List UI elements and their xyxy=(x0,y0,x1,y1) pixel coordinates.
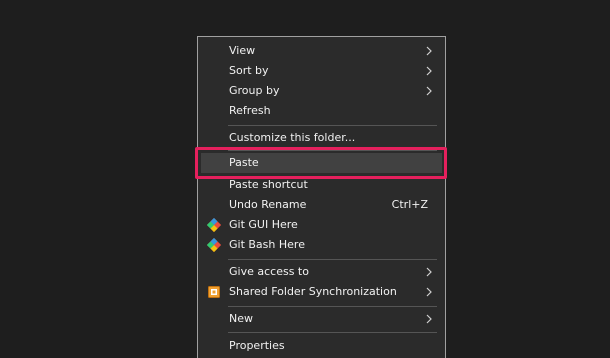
menu-separator xyxy=(228,306,437,307)
menu-item-label: Git GUI Here xyxy=(229,218,298,231)
menu-item-group-by[interactable]: Group by xyxy=(201,81,442,101)
menu-item-label: Shared Folder Synchronization xyxy=(229,285,397,298)
desktop-background[interactable]: View Sort by Group by Refresh Customize … xyxy=(0,0,610,358)
menu-item-label: Properties xyxy=(229,339,285,352)
menu-item-properties[interactable]: Properties xyxy=(201,336,442,356)
menu-item-paste[interactable]: Paste xyxy=(201,153,442,173)
menu-item-refresh[interactable]: Refresh xyxy=(201,101,442,121)
menu-item-sort-by[interactable]: Sort by xyxy=(201,61,442,81)
chevron-right-icon xyxy=(426,66,432,76)
menu-separator xyxy=(228,150,437,151)
git-bash-icon xyxy=(207,238,221,252)
menu-separator xyxy=(228,332,437,333)
menu-item-label: Customize this folder... xyxy=(229,131,356,144)
chevron-right-icon xyxy=(426,314,432,324)
menu-item-label: New xyxy=(229,312,253,325)
chevron-right-icon xyxy=(426,46,432,56)
menu-item-label: Paste shortcut xyxy=(229,178,308,191)
menu-item-new[interactable]: New xyxy=(201,309,442,329)
menu-item-git-bash[interactable]: Git Bash Here xyxy=(201,235,442,255)
menu-item-paste-shortcut[interactable]: Paste shortcut xyxy=(201,175,442,195)
menu-item-customize-folder[interactable]: Customize this folder... xyxy=(201,128,442,148)
menu-item-shared-folder-sync[interactable]: Shared Folder Synchronization xyxy=(201,282,442,302)
menu-separator xyxy=(228,125,437,126)
menu-item-undo-rename[interactable]: Undo Rename Ctrl+Z xyxy=(201,195,442,215)
menu-item-label: Paste xyxy=(229,156,259,169)
menu-item-git-gui[interactable]: Git GUI Here xyxy=(201,215,442,235)
menu-item-give-access[interactable]: Give access to xyxy=(201,262,442,282)
menu-item-view[interactable]: View xyxy=(201,41,442,61)
menu-item-label: Undo Rename xyxy=(229,198,307,211)
menu-item-label: Sort by xyxy=(229,64,269,77)
context-menu: View Sort by Group by Refresh Customize … xyxy=(197,36,446,358)
menu-item-label: Give access to xyxy=(229,265,309,278)
menu-item-label: View xyxy=(229,44,256,57)
menu-item-shortcut: Ctrl+Z xyxy=(391,198,428,211)
menu-item-label: Refresh xyxy=(229,104,271,117)
shared-folder-sync-icon xyxy=(208,286,220,298)
menu-separator xyxy=(228,259,437,260)
chevron-right-icon xyxy=(426,267,432,277)
menu-item-label: Group by xyxy=(229,84,280,97)
git-gui-icon xyxy=(207,218,221,232)
menu-item-label: Git Bash Here xyxy=(229,238,305,251)
chevron-right-icon xyxy=(426,86,432,96)
chevron-right-icon xyxy=(426,287,432,297)
